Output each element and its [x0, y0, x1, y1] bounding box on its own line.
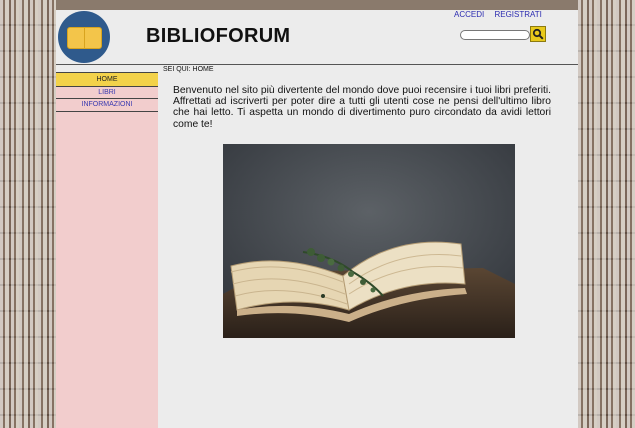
header-divider	[56, 64, 578, 65]
sidebar-item-libri[interactable]: LIBRI	[56, 87, 158, 99]
search-button[interactable]	[530, 26, 546, 42]
header: BIBLIOFORUM ACCEDI REGISTRATI	[56, 10, 578, 64]
bookshelf-background-left	[0, 0, 56, 428]
sidebar-item-informazioni[interactable]: INFORMAZIONI	[56, 99, 158, 112]
hero-image	[223, 144, 515, 338]
sidebar: HOME LIBRI INFORMAZIONI	[56, 72, 158, 428]
breadcrumb: SEI QUI: HOME	[163, 66, 214, 73]
sidebar-item-home[interactable]: HOME	[56, 72, 158, 87]
top-links: ACCEDI REGISTRATI	[454, 10, 550, 19]
bookshelf-background-right	[578, 0, 635, 428]
site-title: BIBLIOFORUM	[146, 25, 291, 47]
register-link[interactable]: REGISTRATI	[494, 10, 541, 19]
page-container: BIBLIOFORUM ACCEDI REGISTRATI SEI QUI: H…	[56, 10, 578, 428]
search-input[interactable]	[460, 30, 530, 40]
login-link[interactable]: ACCEDI	[454, 10, 484, 19]
magnifier-icon	[532, 28, 544, 40]
intro-text: Benvenuto nel sito più divertente del mo…	[173, 85, 551, 130]
open-book-icon[interactable]	[58, 11, 110, 63]
